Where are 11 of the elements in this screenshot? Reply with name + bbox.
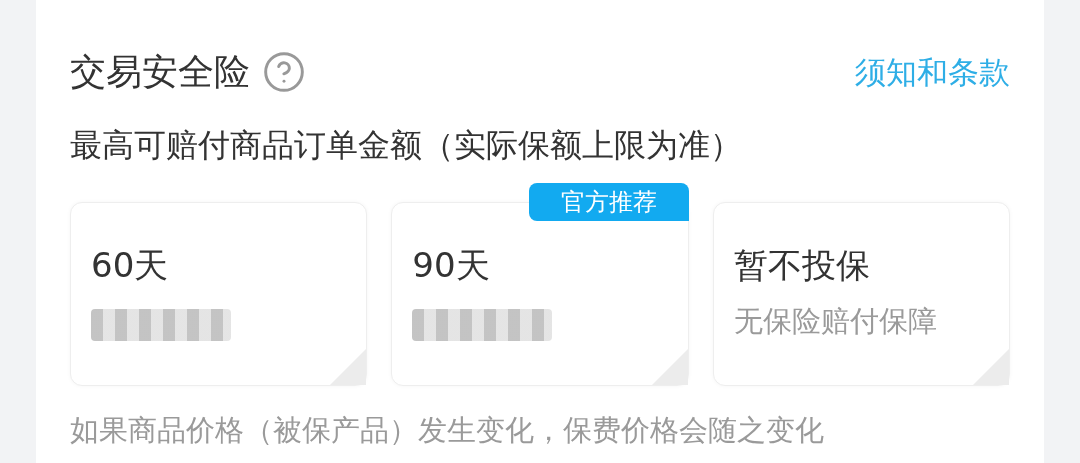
help-icon[interactable]: [262, 50, 306, 94]
section-title: 交易安全险: [70, 50, 250, 94]
plan-title: 60天: [91, 244, 170, 287]
plan-note: 无保险赔付保障: [733, 303, 938, 340]
plan-card[interactable]: 60天: [70, 202, 368, 386]
plan-title: 90天: [412, 244, 491, 287]
footnote: 如果商品价格（被保产品）发生变化，保费价格会随之变化: [70, 412, 825, 449]
recommend-badge: 官方推荐: [528, 183, 689, 221]
subtitle: 最高可赔付商品订单金额（实际保额上限为准）: [70, 125, 743, 166]
plan-card[interactable]: 暂不投保 无保险赔付保障: [712, 202, 1010, 386]
plan-title: 暂不投保: [733, 244, 871, 287]
